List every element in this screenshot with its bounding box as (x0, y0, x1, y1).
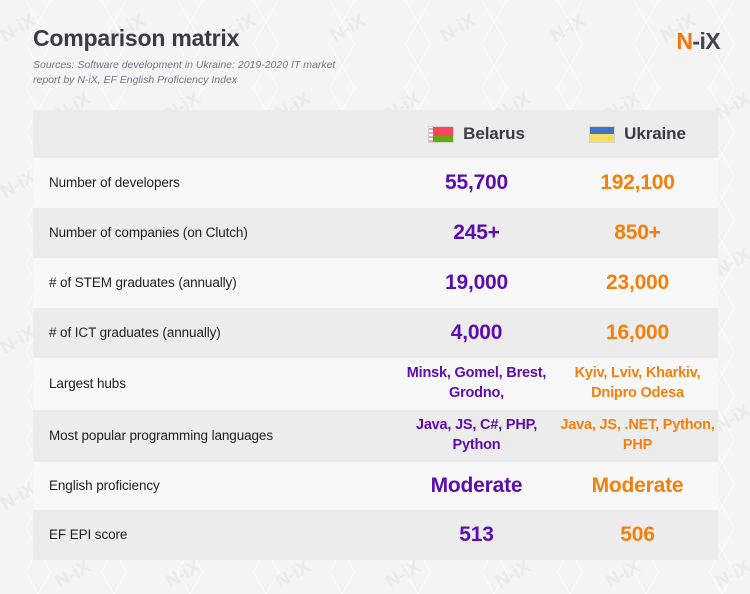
ukraine-cell: Kyiv, Lviv, Kharkiv, Dnipro Odesa (557, 358, 718, 410)
table-row: EF EPI score 513 506 (33, 510, 718, 560)
page-title: Comparison matrix (33, 25, 240, 51)
table-row: Number of developers 55,700 192,100 (33, 158, 718, 208)
row-label: # of ICT graduates (annually) (49, 324, 221, 340)
row-label-cell: Number of companies (on Clutch) (33, 208, 396, 258)
table-row: # of STEM graduates (annually) 19,000 23,0… (33, 258, 718, 308)
ukraine-cell: Moderate (557, 462, 718, 510)
row-label-cell: Number of developers (33, 158, 396, 208)
header-cell-blank (33, 110, 396, 158)
row-label-cell: Most popular programming languages (33, 410, 396, 462)
ukraine-cell: 506 (557, 510, 718, 560)
table-row: Number of companies (on Clutch) 245+ 850+ (33, 208, 718, 258)
row-label: Number of developers (49, 174, 180, 190)
belarus-cell: 245+ (396, 208, 557, 258)
ukraine-value: Kyiv, Lviv, Kharkiv, Dnipro Odesa (574, 365, 701, 401)
row-label: EF EPI score (49, 526, 128, 542)
table-row: # of ICT graduates (annually) 4,000 16,000 (33, 308, 718, 358)
belarus-value: 513 (459, 523, 494, 547)
belarus-value: Moderate (430, 474, 523, 498)
row-label-cell: English proficiency (33, 462, 396, 510)
belarus-value: Java, JS, C#, PHP, Python (415, 417, 538, 453)
column-label-ukraine: Ukraine (624, 124, 686, 143)
row-label: Most popular programming languages (49, 427, 273, 443)
row-label-cell: EF EPI score (33, 510, 396, 560)
header-cell-ukraine: Ukraine (557, 110, 718, 158)
ukraine-flag-icon (589, 125, 616, 143)
ukraine-value: 192,100 (600, 171, 675, 195)
table-row: English proficiency Moderate Moderate (33, 462, 718, 510)
ukraine-value: 506 (620, 523, 655, 547)
header-block: Comparison matrix Sources: Software deve… (33, 25, 723, 88)
table-header-row: Belarus Ukraine (33, 110, 718, 158)
ukraine-cell: 16,000 (557, 308, 718, 358)
belarus-value: 19,000 (444, 271, 509, 295)
ukraine-cell: 23,000 (557, 258, 718, 308)
header-cell-belarus: Belarus (396, 110, 557, 158)
table-row: Most popular programming languages Java, … (33, 410, 718, 462)
table-row: Largest hubs Minsk, Gomel, Brest, Grodno,… (33, 358, 718, 410)
belarus-cell: 55,700 (396, 158, 557, 208)
belarus-value: 245+ (453, 221, 500, 245)
belarus-cell: 4,000 (396, 308, 557, 358)
belarus-value: 4,000 (450, 321, 503, 345)
row-label-cell: Largest hubs (33, 358, 396, 410)
belarus-cell: 19,000 (396, 258, 557, 308)
belarus-cell: Java, JS, C#, PHP, Python (396, 410, 557, 462)
infographic-page: Comparison matrix Sources: Software deve… (0, 0, 750, 594)
ukraine-value: Moderate (591, 474, 684, 498)
ukraine-value: 16,000 (605, 321, 670, 345)
row-label: English proficiency (49, 477, 160, 493)
belarus-cell: 513 (396, 510, 557, 560)
belarus-value: 55,700 (444, 171, 509, 195)
ukraine-cell: Java, JS, .NET, Python, PHP (557, 410, 718, 462)
sources-note: Sources: Software development in Ukraine… (33, 59, 336, 87)
ukraine-cell: 192,100 (557, 158, 718, 208)
ukraine-value: 23,000 (605, 271, 670, 295)
nix-logo: N-iX (676, 30, 720, 53)
belarus-flag-icon (428, 125, 455, 143)
row-label: Number of companies (on Clutch) (49, 224, 248, 240)
row-label-cell: # of ICT graduates (annually) (33, 308, 396, 358)
ukraine-value: 850+ (614, 221, 661, 245)
row-label-cell: # of STEM graduates (annually) (33, 258, 396, 308)
belarus-cell: Moderate (396, 462, 557, 510)
ukraine-cell: 850+ (557, 208, 718, 258)
row-label: Largest hubs (49, 375, 126, 391)
comparison-table: Belarus Ukraine Number of developers 55,7… (33, 110, 718, 560)
belarus-cell: Minsk, Gomel, Brest, Grodno, (396, 358, 557, 410)
column-label-belarus: Belarus (463, 124, 525, 143)
logo-n-text: N (676, 28, 693, 54)
ukraine-value: Java, JS, .NET, Python, PHP (560, 417, 715, 453)
belarus-value: Minsk, Gomel, Brest, Grodno, (406, 365, 547, 401)
row-label: # of STEM graduates (annually) (49, 274, 237, 290)
logo-ix-text: -iX (692, 28, 720, 54)
